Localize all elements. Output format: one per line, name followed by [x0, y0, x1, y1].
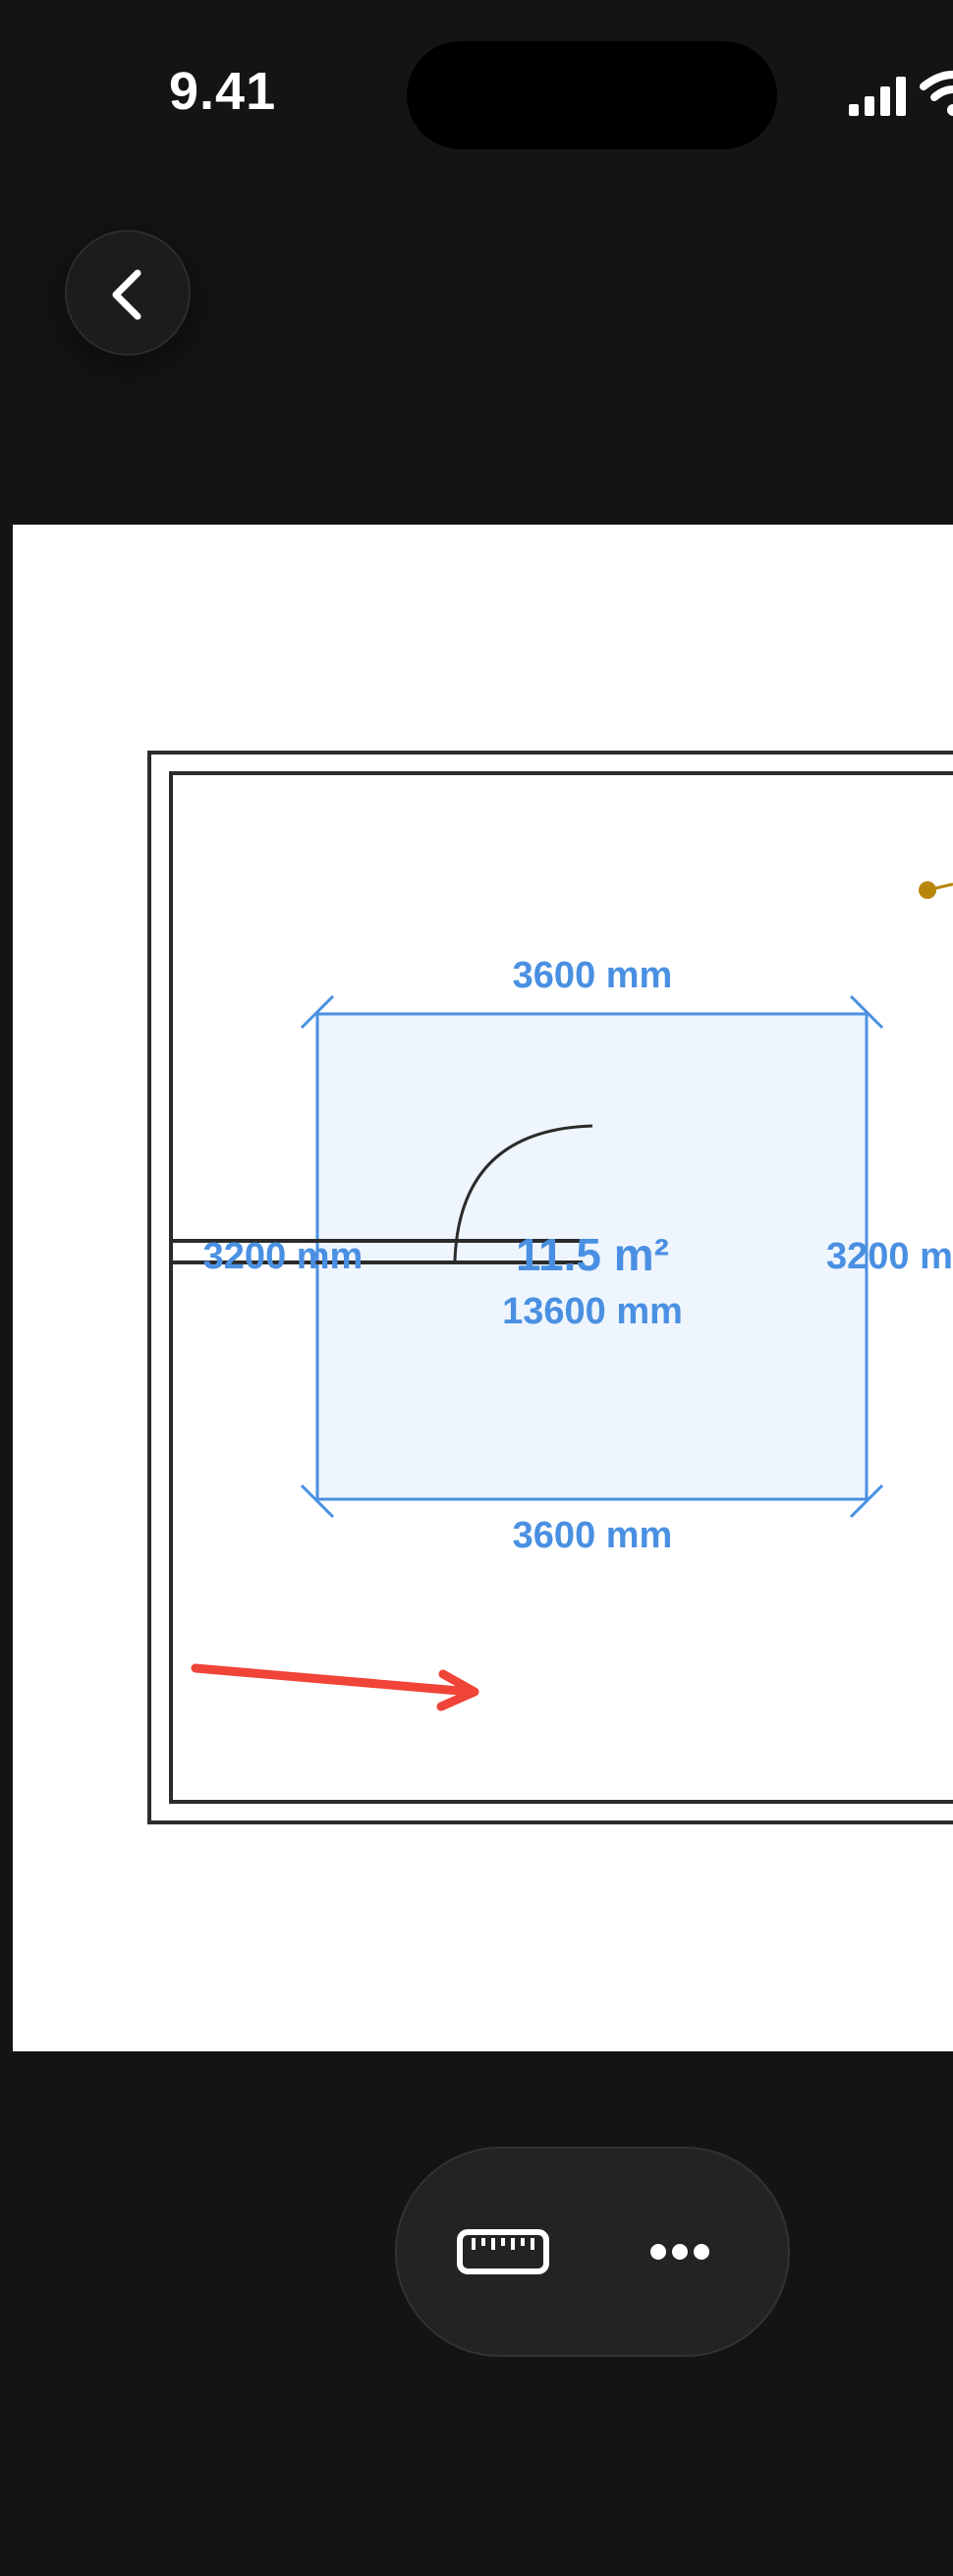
ruler-icon: [457, 2229, 549, 2274]
chevron-left-icon: [112, 269, 141, 320]
status-bar: 9.41: [0, 0, 953, 196]
direction-arrow[interactable]: [191, 1663, 479, 1711]
floor-plan-canvas[interactable]: 3600 mm 3600 mm 3200 mm 3200 mm 11.5 m² …: [13, 525, 953, 2051]
room-area-label: 11.5 m²: [516, 1229, 669, 1280]
wifi-icon: [920, 71, 953, 116]
bottom-toolbar: [395, 2147, 790, 2357]
status-time: 9.41: [169, 62, 277, 121]
back-button[interactable]: [65, 230, 191, 356]
floor-plan-drawing: [147, 751, 953, 1824]
dynamic-island: [407, 41, 777, 149]
cellular-signal-icon: [849, 77, 906, 116]
dimension-top-label: 3600 mm: [512, 955, 673, 996]
dimension-bottom-label: 3600 mm: [512, 1515, 673, 1556]
dimension-left-label: 3200 mm: [202, 1236, 364, 1277]
measure-button[interactable]: [446, 2195, 560, 2309]
dimension-right-label: 3200 mm: [826, 1236, 953, 1277]
room-perimeter-label: 13600 mm: [502, 1291, 683, 1332]
floor-plan-screen: 9.41 3600 mm 3600 mm 3200 mm 3200 m 11.5…: [0, 0, 953, 2576]
more-icon: [650, 2244, 709, 2260]
more-options-button[interactable]: [623, 2195, 737, 2309]
